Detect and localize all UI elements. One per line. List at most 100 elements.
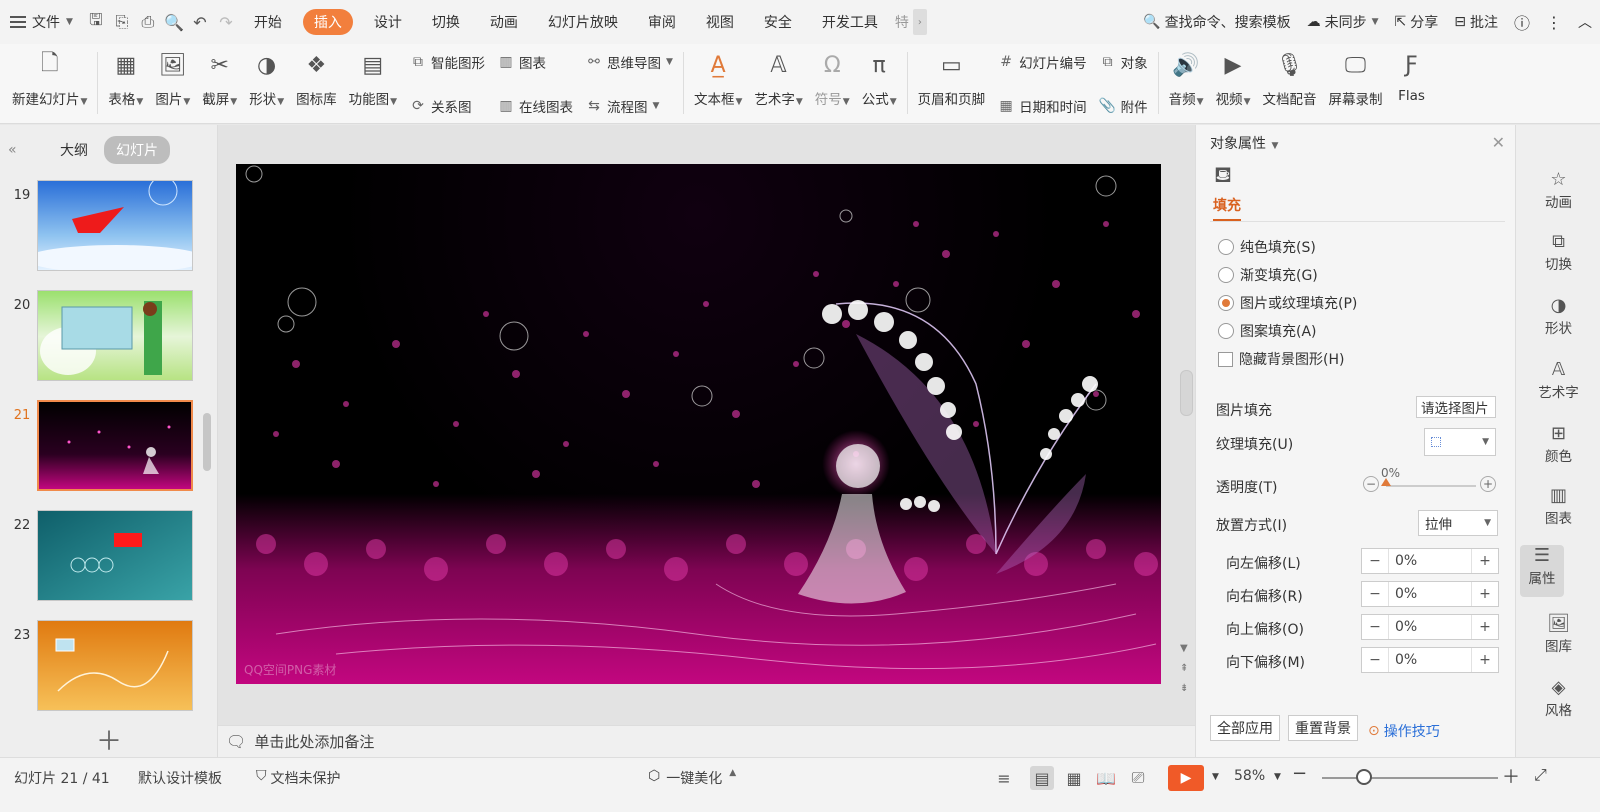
chevron-down-icon[interactable]: ▼ — [1274, 772, 1281, 782]
symbol-button[interactable]: Ω 符号▼ — [809, 48, 856, 109]
picture-texture-fill-option[interactable]: 图片或纹理填充(P) — [1218, 293, 1357, 313]
zoom-out-button[interactable]: − — [1292, 763, 1307, 784]
slide-thumbnail[interactable]: 19 — [0, 180, 200, 272]
side-properties[interactable]: ☰ 属性 — [1520, 545, 1564, 597]
collapse-panel-icon[interactable]: « — [8, 142, 48, 158]
new-slide-button[interactable]: 🗋 新建幻灯片▼ — [6, 48, 93, 108]
chart-button[interactable]: ▥ 图表 — [497, 52, 573, 72]
video-button[interactable]: ▶ 视频▼ — [1210, 48, 1257, 109]
save-icon[interactable]: 🖫 — [83, 0, 109, 44]
table-button[interactable]: ▦ 表格▼ — [102, 48, 149, 109]
tab-view[interactable]: 视图 — [691, 0, 749, 44]
help-icon[interactable]: ⓘ — [1506, 10, 1538, 34]
notes-toggle-icon[interactable]: ≡ — [992, 766, 1016, 790]
radio-button[interactable] — [1218, 239, 1234, 255]
side-wordart[interactable]: 𝔸 艺术字 — [1516, 359, 1600, 401]
properties-title[interactable]: 对象属性 ▼ — [1210, 133, 1278, 153]
apply-all-button[interactable]: 全部应用 — [1210, 715, 1280, 741]
side-chart[interactable]: ▥ 图表 — [1516, 485, 1600, 527]
next-slide-icon[interactable]: ⇟ — [1180, 683, 1188, 694]
side-animation[interactable]: ☆ 动画 — [1516, 169, 1600, 211]
tab-special[interactable]: 特 — [893, 0, 911, 44]
plus-icon[interactable]: + — [1472, 586, 1498, 602]
slide-thumbnail[interactable]: 20 — [0, 290, 200, 382]
online-chart-button[interactable]: ▥ 在线图表 — [497, 96, 573, 116]
wordart-button[interactable]: 𝔸 艺术字▼ — [748, 48, 808, 109]
offset-up-value[interactable]: 0% — [1388, 615, 1472, 639]
close-icon[interactable]: ✕ — [1492, 133, 1505, 152]
screen-record-button[interactable]: 🖵 屏幕录制 — [1322, 48, 1388, 109]
flowchart-button[interactable]: ⇆ 流程图 ▼ — [585, 96, 673, 116]
offset-right-value[interactable]: 0% — [1388, 582, 1472, 606]
design-template[interactable]: 默认设计模板 — [138, 768, 222, 788]
fit-window-icon[interactable]: ⤢ — [1534, 765, 1547, 785]
picture-button[interactable]: 🖼 图片▼ — [149, 48, 196, 109]
gradient-fill-option[interactable]: 渐变填充(G) — [1218, 265, 1318, 285]
offset-up-stepper[interactable]: − 0% + — [1361, 614, 1499, 640]
slide-thumbnail[interactable]: 22 — [0, 510, 200, 602]
texture-fill-select[interactable]: ▼ — [1424, 428, 1496, 456]
slide-thumbnail[interactable]: 23 — [0, 620, 200, 712]
object-button[interactable]: ⧉ 对象 — [1099, 52, 1148, 72]
offset-down-value[interactable]: 0% — [1388, 648, 1472, 672]
reading-view-icon[interactable]: 📖 — [1094, 766, 1118, 790]
side-style[interactable]: ◈ 风格 — [1516, 677, 1600, 719]
offset-left-value[interactable]: 0% — [1388, 549, 1472, 573]
tab-fill[interactable]: 填充 — [1213, 195, 1241, 221]
tab-design[interactable]: 设计 — [359, 0, 417, 44]
plus-icon[interactable]: + — [1472, 619, 1498, 635]
comment-button[interactable]: ⊟ 批注 — [1446, 12, 1506, 32]
function-chart-button[interactable]: ▤ 功能图▼ — [343, 48, 403, 109]
document-protection[interactable]: ⛉ 文档未保护 — [256, 768, 341, 788]
more-icon[interactable]: ⋮ — [1538, 13, 1570, 32]
zoom-in-button[interactable]: ＋ — [1502, 763, 1520, 789]
side-gallery[interactable]: 🖼 图库 — [1516, 613, 1600, 655]
placement-select[interactable]: 拉伸 ▼ — [1418, 510, 1498, 536]
reset-background-button[interactable]: 重置背景 — [1288, 715, 1358, 741]
slide-preview-21[interactable] — [37, 400, 193, 491]
header-footer-button[interactable]: ▭ 页眉和页脚 — [912, 48, 992, 109]
tab-scroll-button[interactable]: › — [912, 9, 927, 35]
offset-left-stepper[interactable]: − 0% + — [1361, 548, 1499, 574]
collapse-ribbon-icon[interactable]: ︿ — [1570, 12, 1600, 32]
slide-preview-19[interactable] — [37, 180, 193, 271]
navigator-scrollbar[interactable] — [203, 413, 211, 471]
play-slideshow-button[interactable]: ▶ — [1168, 765, 1204, 791]
side-transition[interactable]: ⧉ 切换 — [1516, 231, 1600, 273]
plus-icon[interactable]: + — [1472, 652, 1498, 668]
canvas-scrollbar[interactable] — [1180, 370, 1193, 416]
flash-button[interactable]: Ƒ Flas — [1388, 48, 1434, 105]
tips-link[interactable]: ⊙ 操作技巧 — [1368, 721, 1440, 741]
slide-preview-23[interactable] — [37, 620, 193, 711]
tab-animation[interactable]: 动画 — [475, 0, 533, 44]
current-slide[interactable]: QQ空间PNG素材 — [236, 164, 1161, 684]
tab-home[interactable]: 开始 — [239, 0, 297, 44]
minus-icon[interactable]: − — [1362, 652, 1388, 668]
minus-icon[interactable]: − — [1362, 553, 1388, 569]
radio-button[interactable] — [1218, 323, 1234, 339]
transparency-slider[interactable] — [1386, 485, 1476, 487]
sorter-view-icon[interactable]: ▦ — [1062, 766, 1086, 790]
audio-button[interactable]: 🔊 音频▼ — [1163, 48, 1210, 109]
print-icon[interactable]: ⎙ — [135, 0, 161, 44]
tab-slideshow[interactable]: 幻灯片放映 — [533, 0, 633, 44]
screenshot-button[interactable]: ✂ 截屏▼ — [196, 48, 243, 109]
slide-number-button[interactable]: # 幻灯片编号 — [997, 52, 1086, 72]
one-click-beautify[interactable]: ⬡ 一键美化 ▲ — [648, 768, 736, 788]
checkbox[interactable] — [1218, 351, 1233, 367]
mindmap-button[interactable]: ⚯ 思维导图 ▼ — [585, 52, 673, 72]
radio-button-selected[interactable] — [1218, 295, 1234, 311]
slide-preview-22[interactable] — [37, 510, 193, 601]
tab-transition[interactable]: 切换 — [417, 0, 475, 44]
share-button[interactable]: ⇱ 分享 — [1387, 12, 1447, 32]
tab-insert[interactable]: 插入 — [302, 9, 353, 35]
side-color[interactable]: ⊞ 颜色 — [1516, 423, 1600, 465]
shape-button[interactable]: ◑ 形状▼ — [243, 48, 290, 109]
icon-library-button[interactable]: ❖ 图标库 — [290, 48, 343, 109]
tab-slides[interactable]: 幻灯片 — [104, 136, 170, 164]
zoom-level[interactable]: 58% — [1234, 768, 1265, 784]
redo-icon[interactable]: ↷ — [213, 0, 239, 44]
tab-outline[interactable]: 大纲 — [48, 136, 100, 164]
date-time-button[interactable]: ▦ 日期和时间 — [997, 96, 1087, 116]
formula-button[interactable]: π 公式▼ — [856, 48, 903, 109]
